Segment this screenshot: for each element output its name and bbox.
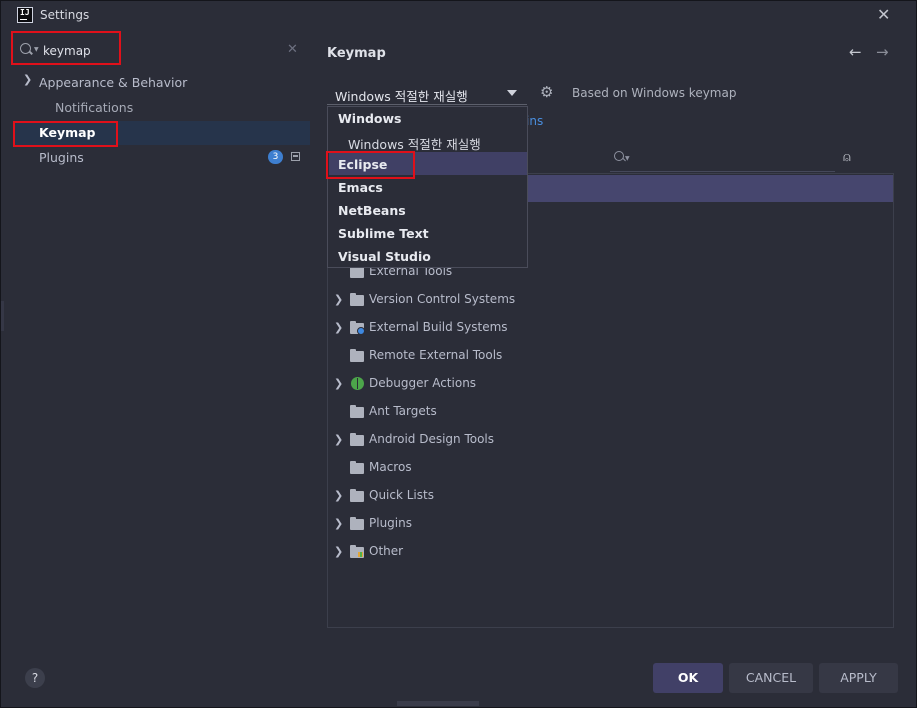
chevron-right-icon[interactable]: ❯ xyxy=(334,293,344,306)
help-button[interactable]: ? xyxy=(25,668,45,688)
folder-icon xyxy=(350,489,364,502)
filter-search-icon xyxy=(614,151,624,161)
dropdown-arrow-icon xyxy=(507,90,517,96)
cancel-button[interactable]: CANCEL xyxy=(729,663,813,693)
filter-options-caret-icon[interactable]: ▼ xyxy=(625,155,630,162)
folder-icon xyxy=(350,405,364,418)
keymap-select[interactable]: Windows 적절한 재실행 xyxy=(327,82,527,105)
folder-icon xyxy=(350,517,364,530)
tree-row-label: Version Control Systems xyxy=(369,292,516,306)
chevron-right-icon[interactable]: ❯ xyxy=(334,433,344,446)
bottom-edge-strip xyxy=(397,701,479,706)
folder-icon xyxy=(350,461,364,474)
tree-row-label: Android Design Tools xyxy=(369,432,495,446)
get-keymaps-link[interactable]: ins xyxy=(526,114,543,128)
tree-row-label: Other xyxy=(369,544,404,558)
folder-icon xyxy=(350,433,364,446)
sidebar-item-notifications[interactable]: Notifications xyxy=(55,100,133,115)
build-folder-icon xyxy=(350,321,365,335)
tree-row-label: Remote External Tools xyxy=(369,348,503,362)
back-arrow-icon[interactable]: ← xyxy=(849,43,862,61)
settings-window: IJ Settings ✕ ▼ ✕ ❯ Appearance & Behavio… xyxy=(0,0,917,708)
forward-arrow-icon[interactable]: → xyxy=(876,43,889,61)
keymap-option-emacs[interactable]: Emacs xyxy=(338,180,383,195)
clear-search-icon[interactable]: ✕ xyxy=(287,42,298,57)
plugins-update-badge: 3 xyxy=(268,150,283,164)
chevron-right-icon[interactable]: ❯ xyxy=(334,321,344,334)
tree-row-label: Debugger Actions xyxy=(369,376,477,390)
left-edge-strip xyxy=(1,301,4,331)
keymap-option-windows[interactable]: Windows xyxy=(338,111,402,126)
tree-row-label: Macros xyxy=(369,460,412,474)
tree-row-label: Quick Lists xyxy=(369,488,434,502)
filter-input[interactable] xyxy=(610,171,835,172)
page-title: Keymap xyxy=(327,46,386,61)
bug-icon xyxy=(351,377,364,390)
tree-row-label: Plugins xyxy=(369,516,412,530)
apply-button[interactable]: APPLY xyxy=(819,663,898,693)
eclipse-highlight-box xyxy=(326,151,415,179)
tree-row-label: Ant Targets xyxy=(369,404,437,418)
folder-icon xyxy=(350,293,364,306)
folder-icon xyxy=(350,349,364,362)
keymap-option-netbeans[interactable]: NetBeans xyxy=(338,203,406,218)
chevron-right-icon[interactable]: ❯ xyxy=(334,489,344,502)
title-bar: IJ Settings ✕ xyxy=(1,1,916,30)
close-icon[interactable]: ✕ xyxy=(877,5,890,24)
intellij-logo-icon: IJ xyxy=(17,7,33,23)
keymap-highlight-box xyxy=(13,121,118,147)
plugin-settings-icon xyxy=(291,152,300,161)
search-highlight-box xyxy=(11,31,121,65)
sidebar-item-plugins[interactable]: Plugins xyxy=(39,150,84,165)
gear-icon[interactable]: ⚙ xyxy=(540,85,554,100)
tree-row-label: External Build Systems xyxy=(369,320,508,334)
chevron-down-icon[interactable]: ❯ xyxy=(23,73,32,86)
based-on-label: Based on Windows keymap xyxy=(572,86,737,100)
ok-button[interactable]: OK xyxy=(653,663,723,693)
keymap-dropdown-list: Windows Windows 적절한 재실행 Eclipse Emacs Ne… xyxy=(327,106,528,268)
keymap-select-value: Windows 적절한 재실행 xyxy=(335,89,468,104)
keymap-option-sublime-text[interactable]: Sublime Text xyxy=(338,226,429,241)
folder-icon xyxy=(350,265,364,278)
other-folder-icon xyxy=(350,545,364,558)
sidebar-item-appearance[interactable]: Appearance & Behavior xyxy=(39,75,187,90)
chevron-right-icon[interactable]: ❯ xyxy=(334,517,344,530)
find-by-shortcut-icon[interactable]: ⍝ xyxy=(843,150,857,165)
window-title: Settings xyxy=(40,8,90,22)
keymap-option-visual-studio[interactable]: Visual Studio xyxy=(338,249,431,264)
chevron-right-icon[interactable]: ❯ xyxy=(334,377,344,390)
chevron-right-icon[interactable]: ❯ xyxy=(334,545,344,558)
